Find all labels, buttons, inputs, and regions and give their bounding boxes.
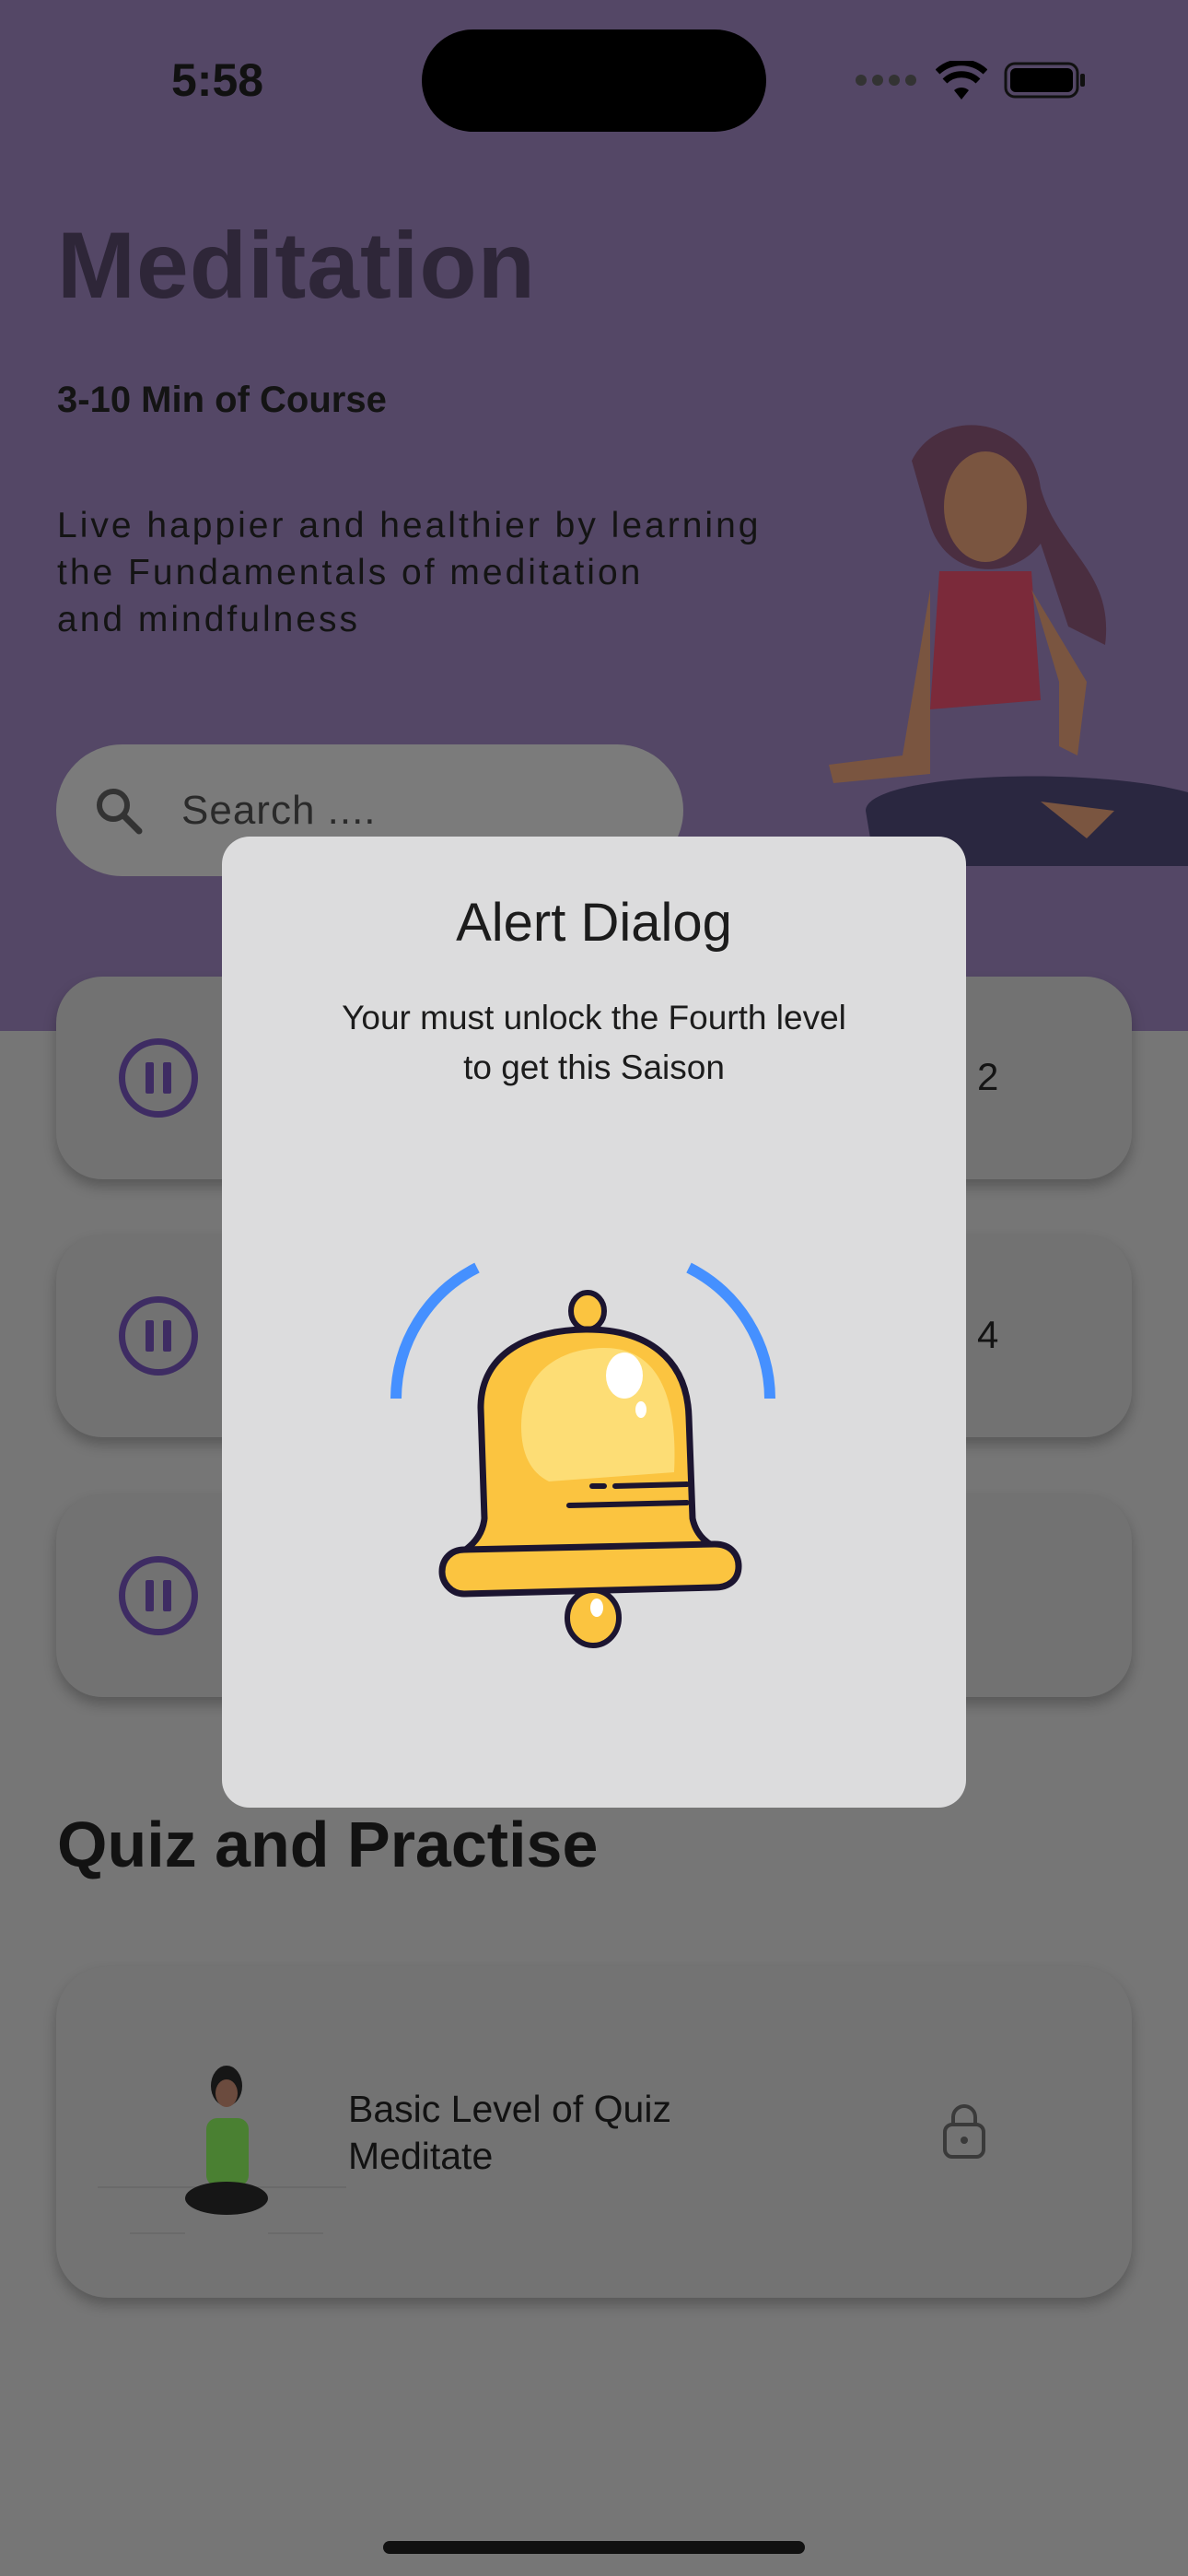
description-line: and mindfulness	[57, 600, 361, 639]
pause-icon[interactable]	[119, 1556, 198, 1635]
quiz-title-line: Meditate	[348, 2135, 494, 2177]
description-line: the Fundamentals of meditation	[57, 553, 644, 592]
status-icons	[855, 61, 1087, 100]
description-line: Live happier and healthier by learning	[57, 506, 762, 545]
dialog-message: Your must unlock the Fourth level to get…	[222, 993, 966, 1093]
quiz-card-title: Basic Level of Quiz Meditate	[348, 2086, 809, 2180]
quiz-card[interactable]: Basic Level of Quiz Meditate	[56, 1966, 1132, 2298]
meditation-illustration	[98, 2066, 346, 2234]
alert-dialog: Alert Dialog Your must unlock the Fourth…	[222, 837, 966, 1808]
course-description: Live happier and healthier by learning t…	[57, 502, 941, 643]
bell-icon	[390, 1262, 775, 1648]
search-icon	[97, 788, 143, 834]
course-duration: 3-10 Min of Course	[57, 380, 387, 420]
lock-icon[interactable]	[942, 2104, 986, 2160]
wifi-icon	[936, 61, 987, 100]
search-placeholder: Search ....	[181, 787, 377, 833]
session-label: 4	[977, 1313, 999, 1356]
quiz-title-line: Basic Level of Quiz	[348, 2088, 671, 2130]
signal-icon	[856, 75, 916, 86]
dialog-message-line: to get this Saison	[463, 1048, 725, 1086]
page-title: Meditation	[57, 213, 536, 318]
battery-icon	[1004, 62, 1085, 99]
dialog-message-line: Your must unlock the Fourth level	[342, 999, 846, 1036]
pause-icon[interactable]	[119, 1038, 198, 1118]
session-label: 2	[977, 1055, 999, 1098]
quiz-section-title: Quiz and Practise	[57, 1809, 599, 1880]
home-indicator[interactable]	[383, 2541, 805, 2554]
dynamic-island	[422, 29, 766, 132]
status-time: 5:58	[171, 54, 264, 106]
dialog-title: Alert Dialog	[456, 893, 732, 953]
pause-icon[interactable]	[119, 1296, 198, 1376]
